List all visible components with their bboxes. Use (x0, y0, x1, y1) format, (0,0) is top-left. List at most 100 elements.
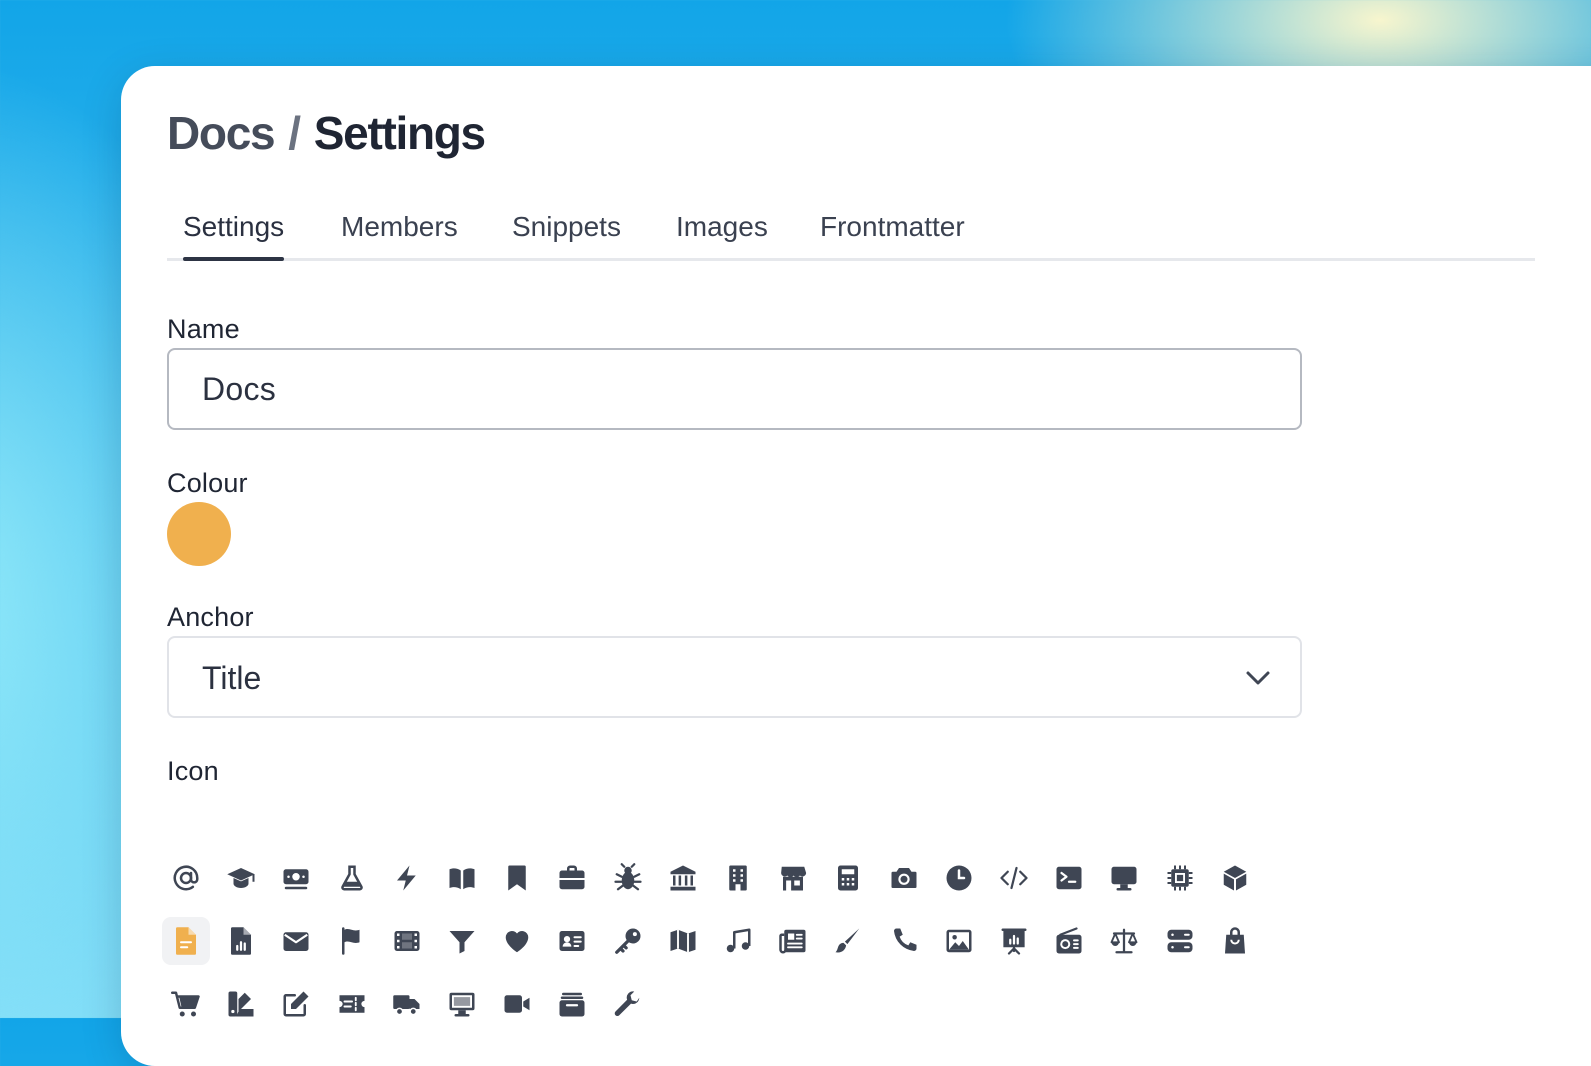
heart-icon (505, 931, 529, 953)
icon-option[interactable] (272, 980, 320, 1028)
icon-label: Icon (167, 756, 219, 786)
bug-icon (614, 863, 642, 891)
icon-option[interactable] (383, 854, 431, 902)
tab-settings[interactable]: Settings (183, 206, 285, 261)
icon-option[interactable] (714, 917, 762, 965)
icon-option[interactable] (162, 854, 210, 902)
icon-option[interactable] (217, 980, 265, 1028)
icon-option[interactable] (217, 917, 265, 965)
icon-option[interactable] (1045, 854, 1093, 902)
bolt-icon (397, 865, 416, 891)
icon-option[interactable] (493, 917, 541, 965)
icon-option[interactable] (659, 854, 707, 902)
wrench-icon (614, 991, 640, 1017)
cart-icon (171, 991, 200, 1017)
icon-option[interactable] (1045, 917, 1093, 965)
phone-icon (894, 928, 917, 951)
flask-icon (341, 865, 363, 891)
icon-option[interactable] (1156, 917, 1204, 965)
archive-icon (559, 992, 585, 1017)
icon-option[interactable] (328, 917, 376, 965)
desktop-icon (1111, 866, 1137, 891)
anchor-select[interactable]: Title (167, 636, 1302, 718)
icon-option[interactable] (990, 854, 1038, 902)
icon-option[interactable] (438, 854, 486, 902)
icon-option[interactable] (880, 854, 928, 902)
store-icon (781, 866, 807, 891)
breadcrumb-parent[interactable]: Docs (167, 106, 276, 160)
radio-icon (1056, 927, 1082, 954)
icon-option[interactable] (1156, 854, 1204, 902)
anchor-select-value: Title (202, 660, 262, 696)
icon-option[interactable] (328, 854, 376, 902)
tab-frontmatter[interactable]: Frontmatter (820, 206, 965, 258)
edit-icon (283, 991, 309, 1017)
icon-option[interactable] (1100, 854, 1148, 902)
icon-option[interactable] (1211, 917, 1259, 965)
music-icon (726, 928, 751, 953)
presentation-icon (1001, 928, 1027, 955)
clock-icon (946, 865, 972, 891)
tab-images[interactable]: Images (676, 206, 768, 258)
tab-members[interactable]: Members (341, 206, 458, 258)
chevron-down-icon (1246, 671, 1270, 685)
graduation-cap-icon (227, 868, 255, 888)
icon-option[interactable] (383, 980, 431, 1028)
shopping-bag-icon (1225, 927, 1245, 954)
icon-option[interactable] (493, 980, 541, 1028)
icon-option[interactable] (714, 854, 762, 902)
breadcrumb: Docs / Settings (167, 106, 486, 160)
icon-option[interactable] (548, 854, 596, 902)
icon-option[interactable] (328, 980, 376, 1028)
monitor-icon (449, 992, 475, 1017)
icon-option[interactable] (493, 854, 541, 902)
icon-option[interactable] (1100, 917, 1148, 965)
icon-option[interactable] (162, 917, 210, 965)
icon-option[interactable] (438, 917, 486, 965)
map-icon (670, 929, 696, 953)
video-icon (504, 995, 530, 1013)
icon-option[interactable] (272, 854, 320, 902)
flag-icon (342, 927, 360, 955)
truck-icon (393, 995, 420, 1016)
colour-swatch[interactable] (167, 502, 231, 566)
icon-option[interactable] (604, 917, 652, 965)
icon-option[interactable] (548, 980, 596, 1028)
icon-option[interactable] (438, 980, 486, 1028)
paintbrush-icon (835, 928, 860, 953)
id-card-icon (559, 931, 585, 951)
bookmark-icon (508, 865, 526, 891)
image-icon (946, 929, 972, 953)
colour-label: Colour (167, 468, 248, 498)
icon-option[interactable] (935, 917, 983, 965)
icon-option[interactable] (604, 980, 652, 1028)
icon-option[interactable] (272, 917, 320, 965)
key-icon (615, 928, 641, 954)
icon-option[interactable] (548, 917, 596, 965)
icon-option[interactable] (217, 854, 265, 902)
icon-option[interactable] (935, 854, 983, 902)
name-input[interactable] (169, 350, 1300, 428)
film-icon (394, 931, 420, 951)
icon-option[interactable] (659, 917, 707, 965)
icon-option[interactable] (824, 854, 872, 902)
icon-option[interactable] (990, 917, 1038, 965)
icon-option[interactable] (1211, 854, 1259, 902)
icon-option[interactable] (604, 854, 652, 902)
icon-option[interactable] (880, 917, 928, 965)
bank-icon (670, 865, 696, 891)
money-icon (283, 869, 309, 890)
tab-snippets[interactable]: Snippets (512, 206, 621, 258)
briefcase-icon (559, 865, 585, 890)
calculator-icon (838, 865, 858, 891)
chip-icon (1167, 865, 1193, 891)
scale-icon (1110, 928, 1138, 954)
icon-option[interactable] (824, 917, 872, 965)
building-icon (729, 865, 747, 891)
server-icon (1167, 929, 1193, 953)
icon-option[interactable] (383, 917, 431, 965)
icon-option[interactable] (769, 917, 817, 965)
icon-option[interactable] (162, 980, 210, 1028)
file-icon (176, 927, 196, 955)
icon-option[interactable] (769, 854, 817, 902)
